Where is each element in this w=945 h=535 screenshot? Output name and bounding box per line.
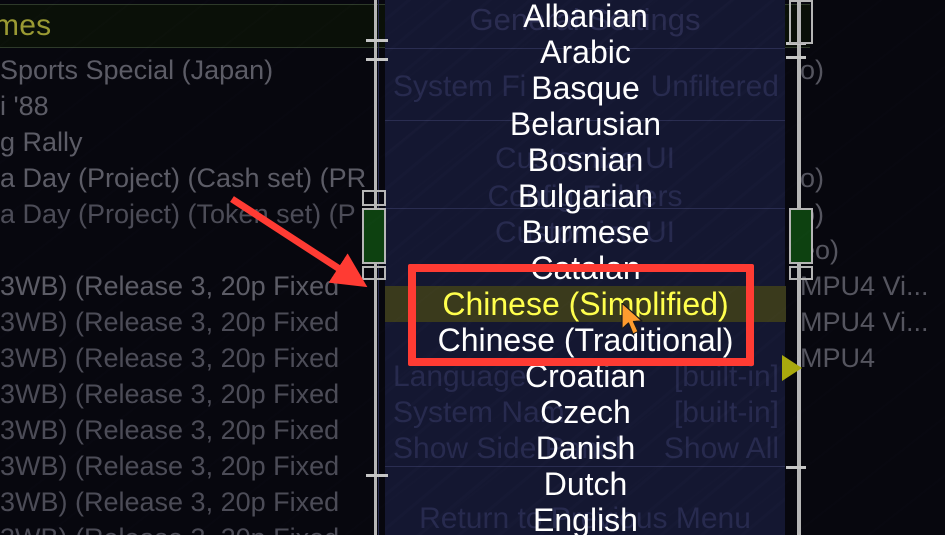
list-item-suffix: MPU4	[800, 343, 876, 373]
language-option[interactable]: Bulgarian	[385, 178, 786, 214]
language-option[interactable]: Croatian	[385, 358, 786, 394]
scrollbar-track-cap-right[interactable]	[789, 266, 813, 280]
emulator-frontend-screen: mes Sports Special (Japan) i '88 g Rally…	[0, 0, 945, 535]
scrollbar-track-cap-right-top[interactable]	[789, 0, 813, 44]
language-option[interactable]: Arabic	[385, 34, 786, 70]
list-item-suffix: MPU4 Vi...	[800, 307, 929, 337]
list-item-suffix	[800, 88, 945, 124]
list-item-suffix: MPU4 Vi...	[800, 271, 929, 301]
frame-tick	[366, 474, 388, 477]
frame-tick	[366, 58, 388, 61]
scrollbar-track-cap-left[interactable]	[362, 190, 386, 206]
language-option[interactable]: Belarusian	[385, 106, 786, 142]
list-item-suffix: o)	[800, 196, 945, 232]
language-option[interactable]: Catalan	[385, 250, 786, 286]
language-select-list[interactable]: Albanian Arabic Basque Belarusian Bosnia…	[385, 0, 786, 535]
language-option[interactable]: Danish	[385, 430, 786, 466]
language-option[interactable]: Dutch	[385, 466, 786, 502]
language-option[interactable]: Chinese (Traditional)	[385, 322, 786, 358]
frame-tick	[366, 39, 388, 42]
list-item-suffix: eo)	[800, 235, 840, 265]
scrollbar-thumb-left[interactable]	[362, 208, 386, 264]
list-item-suffix: o)	[800, 55, 825, 85]
language-option[interactable]: Basque	[385, 70, 786, 106]
language-option[interactable]: Albanian	[385, 0, 786, 34]
game-list-right-column: o) o) o) eo) MPU4 Vi... MPU4 Vi... MPU4	[800, 52, 945, 376]
language-option[interactable]: English	[385, 502, 786, 535]
language-option[interactable]: Burmese	[385, 214, 786, 250]
frame-tick	[786, 466, 806, 469]
scrollbar-thumb-right[interactable]	[789, 208, 813, 264]
frame-tick	[786, 56, 806, 59]
language-option[interactable]: Czech	[385, 394, 786, 430]
scrollbar-track-cap-left-bottom[interactable]	[362, 266, 386, 280]
list-item-suffix: o)	[800, 163, 825, 193]
language-option-selected[interactable]: Chinese (Simplified)	[385, 286, 786, 322]
language-option[interactable]: Bosnian	[385, 142, 786, 178]
selection-marker-triangle-icon	[782, 355, 802, 381]
game-list-header-label: mes	[0, 9, 52, 42]
list-item-suffix	[800, 124, 945, 160]
